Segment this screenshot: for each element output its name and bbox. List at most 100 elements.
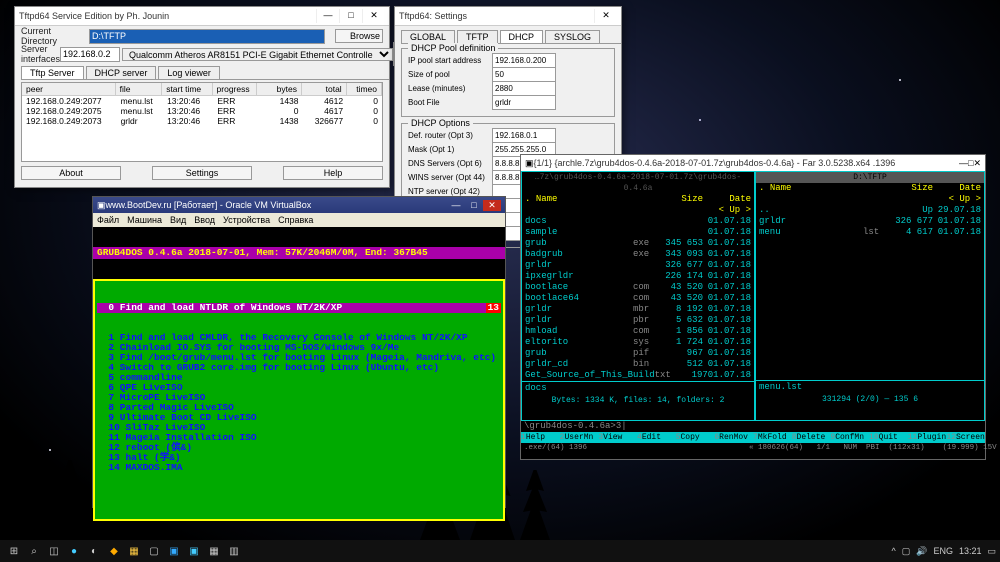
far-title: {1/1} {archle.7z\grub4dos-0.4.6a-2018-07… bbox=[534, 158, 960, 168]
fkey[interactable]: 7MkFold bbox=[753, 432, 792, 443]
app-icon[interactable]: ◆ bbox=[104, 542, 124, 560]
taskview-icon[interactable]: ◫ bbox=[44, 542, 64, 560]
settings-btn[interactable]: Settings bbox=[152, 166, 252, 180]
option-input[interactable] bbox=[492, 53, 556, 68]
search-icon[interactable]: ⌕ bbox=[24, 542, 44, 560]
option-input[interactable] bbox=[492, 128, 556, 143]
tab-tftp-server[interactable]: Tftp Server bbox=[21, 66, 84, 79]
app-icon[interactable]: ▣ bbox=[184, 542, 204, 560]
list-item[interactable]: sample01.07.18 bbox=[522, 227, 754, 238]
tab-log-viewer[interactable]: Log viewer bbox=[158, 66, 220, 79]
option-input[interactable] bbox=[492, 67, 556, 82]
list-item[interactable]: grldr_cdbin51201.07.18 bbox=[522, 359, 754, 370]
fkey[interactable]: 1Help bbox=[521, 432, 560, 443]
fkey[interactable]: 3View bbox=[598, 432, 637, 443]
fkey[interactable]: 10Quit bbox=[869, 432, 908, 443]
list-item[interactable]: hmloadcom1 85601.07.18 bbox=[522, 326, 754, 337]
fkey[interactable]: 12Screen bbox=[946, 432, 985, 443]
srvif-ip[interactable] bbox=[60, 47, 120, 62]
app-icon[interactable]: ▦ bbox=[124, 542, 144, 560]
app-icon[interactable]: ● bbox=[64, 542, 84, 560]
help-btn[interactable]: Help bbox=[283, 166, 383, 180]
list-item[interactable]: grldrmbr8 19201.07.18 bbox=[522, 304, 754, 315]
menu-item[interactable]: Ввод bbox=[194, 215, 215, 225]
menu-item[interactable]: Машина bbox=[127, 215, 162, 225]
notifications-icon[interactable]: ▭ bbox=[987, 546, 996, 557]
lang-indicator[interactable]: ENG bbox=[933, 546, 953, 556]
fkey[interactable]: 6RenMov bbox=[714, 432, 753, 443]
start-icon[interactable]: ⊞ bbox=[4, 542, 24, 560]
list-item[interactable]: grldrpbr5 63201.07.18 bbox=[522, 315, 754, 326]
far-rpath[interactable]: D:\TFTP bbox=[756, 172, 984, 183]
close-btn[interactable]: ✕ bbox=[483, 200, 501, 211]
menu-item[interactable]: Вид bbox=[170, 215, 186, 225]
option-input[interactable] bbox=[492, 81, 556, 96]
col-file[interactable]: file bbox=[116, 83, 163, 95]
list-item[interactable]: bootlace64com43 52001.07.18 bbox=[522, 293, 754, 304]
maximize-btn[interactable]: □ bbox=[465, 200, 483, 210]
far-prompt[interactable]: \grub4dos-0.4.6a>3| bbox=[521, 421, 985, 432]
about-btn[interactable]: About bbox=[21, 166, 121, 180]
list-item[interactable]: grubpif96701.07.18 bbox=[522, 348, 754, 359]
list-item[interactable]: eltoritosys1 72401.07.18 bbox=[522, 337, 754, 348]
tab-tftp[interactable]: TFTP bbox=[457, 30, 498, 43]
far-rstat: 331294 (2/0) — 135 6 bbox=[756, 394, 984, 405]
close-btn[interactable]: ✕ bbox=[362, 9, 385, 23]
col-progress[interactable]: progress bbox=[213, 83, 258, 95]
settings-titlebar: Tftpd64: Settings ✕ bbox=[395, 7, 621, 26]
table-row[interactable]: 192.168.0.249:2077menu.lst13:20:46ERR143… bbox=[22, 96, 382, 106]
list-item[interactable]: Get_Source_of_This_Buildtxt19701.07.18 bbox=[522, 370, 754, 381]
col-bytes[interactable]: bytes bbox=[257, 83, 302, 95]
table-row[interactable]: 192.168.0.249:2075menu.lst13:20:46ERR046… bbox=[22, 106, 382, 116]
grub-item[interactable]: 14 MAXDOS.IMA bbox=[97, 463, 501, 473]
menu-item[interactable]: Файл bbox=[97, 215, 119, 225]
app-icon[interactable]: ▥ bbox=[224, 542, 244, 560]
maximize-btn[interactable]: □ bbox=[339, 9, 362, 23]
fkey[interactable]: 5Copy bbox=[676, 432, 715, 443]
list-item[interactable]: ipxegrldr226 17401.07.18 bbox=[522, 271, 754, 282]
tab-syslog[interactable]: SYSLOG bbox=[545, 30, 600, 43]
menu-item[interactable]: Устройства bbox=[223, 215, 270, 225]
clock[interactable]: 13:21 bbox=[959, 546, 982, 556]
close-btn[interactable]: ✕ bbox=[594, 9, 617, 23]
list-item[interactable]: grubexe345 65301.07.18 bbox=[522, 238, 754, 249]
app-icon[interactable]: ▦ bbox=[204, 542, 224, 560]
list-item[interactable]: docs01.07.18 bbox=[522, 216, 754, 227]
col-starttime[interactable]: start time bbox=[162, 83, 212, 95]
list-item[interactable]: bootlacecom43 52001.07.18 bbox=[522, 282, 754, 293]
fkey[interactable]: 11Plugin bbox=[908, 432, 947, 443]
minimize-btn[interactable]: — bbox=[959, 158, 968, 168]
list-item[interactable]: badgrubexe343 09301.07.18 bbox=[522, 249, 754, 260]
tab-dhcp-server[interactable]: DHCP server bbox=[86, 66, 157, 79]
close-btn[interactable]: ✕ bbox=[973, 158, 981, 169]
srvif-adapter[interactable]: Qualcomm Atheros AR8151 PCI-E Gigabit Et… bbox=[122, 48, 393, 61]
fkey[interactable]: 4Edit bbox=[637, 432, 676, 443]
minimize-btn[interactable]: — bbox=[316, 9, 339, 23]
menu-item[interactable]: Справка bbox=[278, 215, 313, 225]
list-item[interactable]: grldr326 67701.07.18 bbox=[756, 216, 984, 227]
app-icon[interactable]: ◐ bbox=[84, 542, 104, 560]
option-input[interactable] bbox=[492, 95, 556, 110]
far-lpath[interactable]: …7z\grub4dos-0.4.6a-2018-07-01.7z\grub4d… bbox=[522, 172, 754, 194]
tray-icon[interactable]: ^ bbox=[891, 546, 895, 556]
grub-sel[interactable]: 0 Find and load NTLDR of Windows NT/2K/X… bbox=[97, 303, 486, 313]
sound-icon[interactable]: 🔊 bbox=[916, 546, 927, 557]
curdir-input[interactable] bbox=[89, 29, 325, 44]
network-icon[interactable]: ▢ bbox=[902, 546, 911, 557]
col-total[interactable]: total bbox=[302, 83, 347, 95]
tab-global[interactable]: GLOBAL bbox=[401, 30, 455, 43]
minimize-btn[interactable]: — bbox=[447, 200, 465, 210]
app-icon[interactable]: ▢ bbox=[144, 542, 164, 560]
table-row[interactable]: 192.168.0.249:2073grldr13:20:46ERR143832… bbox=[22, 116, 382, 126]
list-item[interactable]: menulst4 61701.07.18 bbox=[756, 227, 984, 238]
browse-btn[interactable]: Browse bbox=[335, 29, 383, 43]
col-timeo[interactable]: timeo bbox=[347, 83, 382, 95]
list-item[interactable]: ..Up29.07.18 bbox=[756, 205, 984, 216]
fkey[interactable]: 2UserMn bbox=[560, 432, 599, 443]
list-item[interactable]: grldr326 67701.07.18 bbox=[522, 260, 754, 271]
app-icon[interactable]: ▣ bbox=[164, 542, 184, 560]
fkey[interactable]: 9ConfMn bbox=[830, 432, 869, 443]
fkey[interactable]: 8Delete bbox=[792, 432, 831, 443]
col-peer[interactable]: peer bbox=[22, 83, 116, 95]
tab-dhcp[interactable]: DHCP bbox=[500, 30, 544, 43]
